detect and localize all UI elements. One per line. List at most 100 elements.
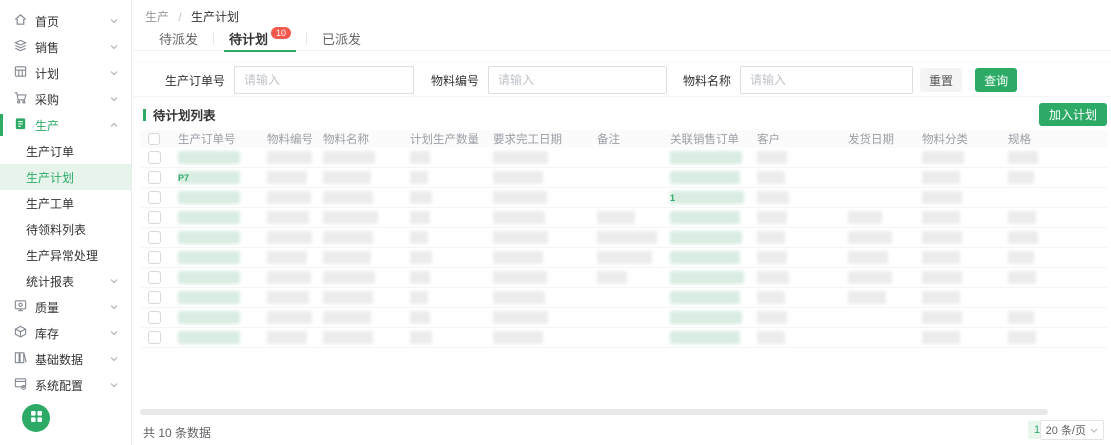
redacted-link-value[interactable] xyxy=(178,231,240,244)
apps-fab-button[interactable] xyxy=(22,404,50,432)
redacted-link-value[interactable] xyxy=(670,331,740,344)
row-checkbox[interactable] xyxy=(148,291,161,304)
redacted-link-value[interactable] xyxy=(178,211,240,224)
redacted-text-value xyxy=(493,191,547,204)
redacted-link-value[interactable] xyxy=(670,311,742,324)
cell-production_order_no xyxy=(178,248,267,267)
cell-material_category xyxy=(922,148,1008,167)
row-checkbox[interactable] xyxy=(148,311,161,324)
table-body: P71 xyxy=(140,148,1108,348)
cell-material_name xyxy=(323,308,410,327)
column-header-material_category: 物料分类 xyxy=(922,131,1008,147)
total-count-label: 共 10 条数据 xyxy=(143,424,211,441)
redacted-link-value[interactable] xyxy=(178,271,240,284)
redacted-link-value[interactable] xyxy=(670,211,740,224)
row-select-cell xyxy=(140,288,178,307)
sidebar-item-production[interactable]: 生产 xyxy=(0,112,131,138)
inventory-icon xyxy=(13,324,28,342)
table-row xyxy=(140,248,1108,268)
cell-material_name xyxy=(323,328,410,347)
search-button[interactable]: 查询 xyxy=(975,68,1017,92)
cell-remark xyxy=(597,288,670,307)
row-checkbox[interactable] xyxy=(148,171,161,184)
redacted-link-value[interactable] xyxy=(670,171,740,184)
row-checkbox[interactable] xyxy=(148,151,161,164)
table-row xyxy=(140,328,1108,348)
redacted-link-value[interactable] xyxy=(670,151,742,164)
sidebar-subitem-production-plan[interactable]: 生产计划 xyxy=(0,164,131,190)
table-row: 1 xyxy=(140,188,1108,208)
sidebar-item-procurement[interactable]: 采购 xyxy=(0,86,131,112)
sidebar-item-base-data[interactable]: 基础数据 xyxy=(0,346,131,372)
redacted-link-value[interactable] xyxy=(670,251,740,264)
sidebar-item-home[interactable]: 首页 xyxy=(0,8,131,34)
redacted-link-value[interactable] xyxy=(178,311,240,324)
table-row xyxy=(140,288,1108,308)
cell-planned_qty xyxy=(410,168,493,187)
cell-remark xyxy=(597,308,670,327)
cell-required_finish_date xyxy=(493,228,597,247)
cell-material_code xyxy=(267,208,323,227)
sidebar-subitem-production-exception[interactable]: 生产异常处理 xyxy=(0,242,131,268)
cell-customer xyxy=(757,248,848,267)
sidebar-item-quality[interactable]: 质量 xyxy=(0,294,131,320)
select-all-checkbox[interactable] xyxy=(148,133,160,145)
cell-spec xyxy=(1008,188,1108,207)
redacted-link-value[interactable] xyxy=(178,251,240,264)
redacted-link-value[interactable] xyxy=(178,191,240,204)
chevron-up-icon xyxy=(110,123,118,128)
tab-pending-plan[interactable]: 待计划10 xyxy=(216,27,304,51)
redacted-link-value[interactable] xyxy=(178,331,240,344)
redacted-text-value xyxy=(267,231,312,244)
row-checkbox[interactable] xyxy=(148,211,161,224)
sidebar-item-sales[interactable]: 销售 xyxy=(0,34,131,60)
reset-button[interactable]: 重置 xyxy=(920,68,962,92)
redacted-link-value[interactable] xyxy=(670,231,742,244)
redacted-text-value xyxy=(493,211,545,224)
row-select-cell xyxy=(140,208,178,227)
row-checkbox[interactable] xyxy=(148,191,161,204)
sidebar-subitem-production-order[interactable]: 生产订单 xyxy=(0,138,131,164)
production-order-no-input[interactable] xyxy=(234,66,414,94)
material-code-input[interactable] xyxy=(488,66,667,94)
tab-dispatched[interactable]: 已派发 xyxy=(309,27,374,51)
sidebar-subitem-pending-material-list[interactable]: 待领料列表 xyxy=(0,216,131,242)
tab-pending-dispatch[interactable]: 待派发 xyxy=(146,27,211,51)
row-checkbox[interactable] xyxy=(148,251,161,264)
sidebar-subitem-production-workorder[interactable]: 生产工单 xyxy=(0,190,131,216)
cell-delivery_date xyxy=(848,188,922,207)
cell-delivery_date xyxy=(848,288,922,307)
sidebar-item-plan[interactable]: 计划 xyxy=(0,60,131,86)
page-size-select[interactable]: 20 条/页 xyxy=(1040,420,1104,440)
cell-related_sales_order xyxy=(670,288,757,307)
redacted-text-value xyxy=(757,211,787,224)
cell-customer xyxy=(757,188,848,207)
cell-related_sales_order xyxy=(670,228,757,247)
add-to-plan-button[interactable]: 加入计划 xyxy=(1039,103,1107,126)
redacted-text-value xyxy=(1008,171,1034,184)
breadcrumb-parent[interactable]: 生产 xyxy=(145,10,169,24)
sidebar-subitem-statistics-report[interactable]: 统计报表 xyxy=(0,268,131,294)
redacted-link-value[interactable] xyxy=(670,291,740,304)
redacted-text-value xyxy=(410,171,428,184)
cell-customer xyxy=(757,308,848,327)
redacted-link-value[interactable] xyxy=(670,271,744,284)
tab-separator xyxy=(213,33,214,45)
material-name-input[interactable] xyxy=(740,66,913,94)
cell-delivery_date xyxy=(848,248,922,267)
table-row xyxy=(140,228,1108,248)
filter-production-order-no: 生产订单号 xyxy=(165,66,414,94)
row-checkbox[interactable] xyxy=(148,331,161,344)
row-checkbox[interactable] xyxy=(148,271,161,284)
sidebar-item-inventory[interactable]: 库存 xyxy=(0,320,131,346)
cell-related_sales_order xyxy=(670,168,757,187)
redacted-link-value[interactable] xyxy=(178,291,240,304)
redacted-link-value[interactable] xyxy=(178,151,240,164)
chevron-down-icon xyxy=(1090,428,1098,433)
cell-required_finish_date xyxy=(493,248,597,267)
horizontal-scrollbar[interactable] xyxy=(140,409,1048,415)
redacted-link-value[interactable] xyxy=(670,191,744,204)
row-checkbox[interactable] xyxy=(148,231,161,244)
sidebar-item-system-config[interactable]: 系统配置 xyxy=(0,372,131,398)
redacted-text-value xyxy=(493,311,548,324)
